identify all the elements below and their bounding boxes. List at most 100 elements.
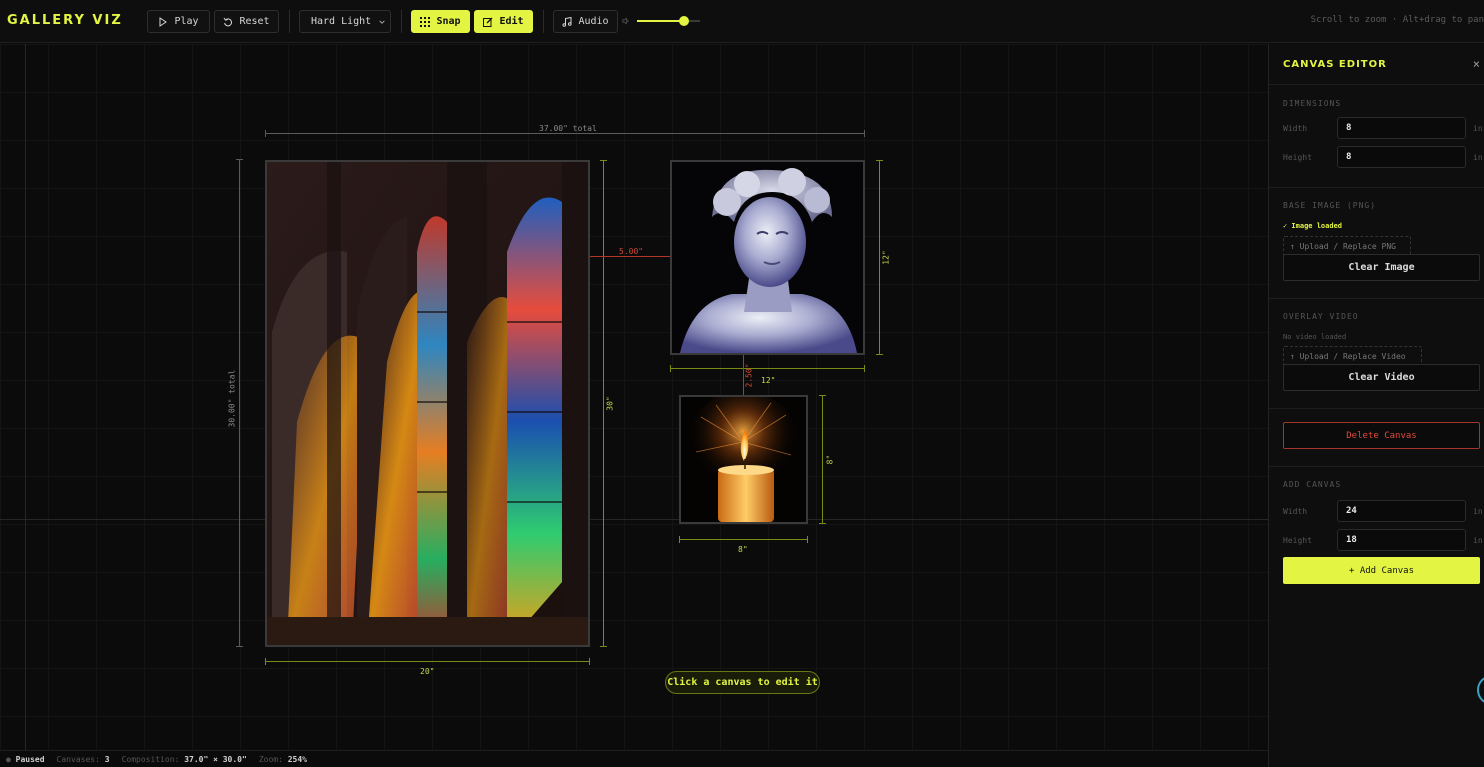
status-zoom-value: 254%: [287, 754, 307, 764]
toolbar-divider: [401, 10, 402, 33]
dimensions-section: DIMENSIONS Width 8 in Height 8 in: [1269, 84, 1484, 187]
video-status: No video loaded: [1283, 333, 1347, 341]
status-bar: ● Paused Canvases: 3 Composition: 37.0" …: [0, 750, 1268, 767]
dimension-tick: [819, 395, 826, 396]
clear-image-button[interactable]: Clear Image: [1283, 254, 1480, 281]
add-canvas-section: ADD CANVAS Width 24 in Height 18 in + Ad…: [1269, 466, 1484, 606]
canvas-2-height-line: [879, 160, 880, 355]
volume-slider-handle[interactable]: [679, 16, 690, 26]
canvas-stained-glass[interactable]: [265, 160, 590, 647]
canvas-3-width-label: 8": [738, 545, 748, 554]
height-unit: in: [1473, 153, 1483, 162]
dimension-tick: [807, 536, 808, 543]
marble-bust-image: [672, 162, 863, 353]
status-composition: Composition: 37.0" × 30.0": [122, 755, 247, 764]
dimension-tick: [265, 658, 266, 665]
close-icon[interactable]: ×: [1473, 57, 1480, 71]
snap-toggle[interactable]: Snap: [411, 10, 470, 33]
total-width-label: 37.00" total: [539, 124, 597, 133]
toolbar-divider: [543, 10, 544, 33]
delete-canvas-button[interactable]: Delete Canvas: [1283, 422, 1480, 449]
canvas-1-height-line: [603, 160, 604, 647]
add-height-unit: in: [1473, 536, 1483, 545]
help-fab[interactable]: [1477, 675, 1484, 705]
dimension-tick: [679, 536, 680, 543]
grid-icon: [420, 16, 431, 27]
audio-button[interactable]: Audio: [553, 10, 618, 33]
dimension-tick: [864, 365, 865, 372]
canvas-candle[interactable]: [679, 395, 808, 524]
panel-title: CANVAS EDITOR: [1283, 59, 1387, 70]
canvas-2-width-line: [670, 368, 865, 369]
canvas-editor-panel: CANVAS EDITOR × DIMENSIONS Width 8 in He…: [1268, 44, 1484, 767]
edit-label: Edit: [499, 16, 524, 27]
blend-mode-select[interactable]: Hard Light: [299, 10, 391, 33]
canvas-3-width-line: [679, 539, 808, 540]
total-height-label: 30.00" total: [227, 369, 237, 428]
add-width-input[interactable]: 24: [1337, 500, 1466, 522]
top-toolbar: GALLERY VIZ Play Reset Hard Light Snap E…: [0, 0, 1484, 43]
play-button[interactable]: Play: [147, 10, 210, 33]
dimension-tick: [236, 159, 243, 160]
canvas-1-width-line: [265, 661, 590, 662]
canvas-marble-bust[interactable]: [670, 160, 865, 355]
total-width-line: [265, 133, 865, 134]
volume-slider[interactable]: [637, 16, 700, 26]
add-width-unit: in: [1473, 507, 1483, 516]
audio-label: Audio: [578, 16, 609, 27]
edit-icon: [483, 17, 493, 27]
dimension-tick: [670, 365, 671, 372]
dimensions-header: DIMENSIONS: [1283, 99, 1342, 108]
edit-toggle[interactable]: Edit: [474, 10, 533, 33]
height-label: Height: [1283, 153, 1312, 162]
gap-vertical-label: 2.50": [744, 363, 754, 388]
status-canvases-value: 3: [104, 754, 110, 764]
status-canvases: Canvases: 3: [57, 755, 110, 764]
dimension-tick: [236, 646, 243, 647]
toolbar-divider: [289, 10, 290, 33]
snap-label: Snap: [436, 16, 461, 27]
volume-slider-fill: [637, 20, 685, 22]
overlay-video-section: OVERLAY VIDEO No video loaded ↑ Upload /…: [1269, 298, 1484, 408]
canvas-3-height-line: [822, 395, 823, 524]
add-canvas-button[interactable]: + Add Canvas: [1283, 557, 1480, 584]
add-height-input[interactable]: 18: [1337, 529, 1466, 551]
upload-video-button[interactable]: ↑ Upload / Replace Video: [1283, 346, 1422, 366]
stained-glass-image: [267, 162, 588, 645]
candle-image: [681, 397, 806, 522]
add-canvas-header: ADD CANVAS: [1283, 480, 1342, 489]
origin-axis-horizontal: [0, 519, 1268, 520]
total-height-line: [239, 159, 240, 647]
status-composition-label: Composition:: [121, 754, 180, 764]
add-height-label: Height: [1283, 536, 1312, 545]
reset-button[interactable]: Reset: [214, 10, 279, 33]
gap-horizontal-label: 5.00": [619, 247, 644, 256]
reset-label: Reset: [239, 16, 270, 27]
music-note-icon: [562, 16, 573, 27]
canvas-1-width-label: 20": [420, 667, 435, 676]
status-state-value: Paused: [15, 754, 45, 764]
canvas-3-height-label: 8": [825, 454, 835, 465]
play-label: Play: [174, 16, 199, 27]
upload-png-button[interactable]: ↑ Upload / Replace PNG: [1283, 236, 1411, 256]
origin-axis-vertical: [25, 44, 26, 750]
dimension-tick: [589, 658, 590, 665]
status-zoom-label: Zoom:: [258, 754, 283, 764]
dimension-tick: [600, 160, 607, 161]
height-input[interactable]: 8: [1337, 146, 1466, 168]
clear-video-button[interactable]: Clear Video: [1283, 364, 1480, 391]
hint-toast: Click a canvas to edit it: [665, 671, 820, 694]
width-label: Width: [1283, 124, 1308, 133]
overlay-video-header: OVERLAY VIDEO: [1283, 312, 1359, 321]
status-canvases-label: Canvases:: [56, 754, 100, 764]
add-width-label: Width: [1283, 507, 1308, 516]
image-loaded-status: ✓ Image loaded: [1283, 222, 1343, 230]
volume-icon: [622, 17, 629, 25]
width-unit: in: [1473, 124, 1483, 133]
dimension-tick: [600, 646, 607, 647]
base-image-header: BASE IMAGE (PNG): [1283, 201, 1377, 210]
dimension-tick: [819, 523, 826, 524]
status-zoom: Zoom: 254%: [259, 755, 307, 764]
width-input[interactable]: 8: [1337, 117, 1466, 139]
composition-workspace[interactable]: 37.00" total 30.00" total 20" 30" 5.00" …: [0, 44, 1268, 750]
